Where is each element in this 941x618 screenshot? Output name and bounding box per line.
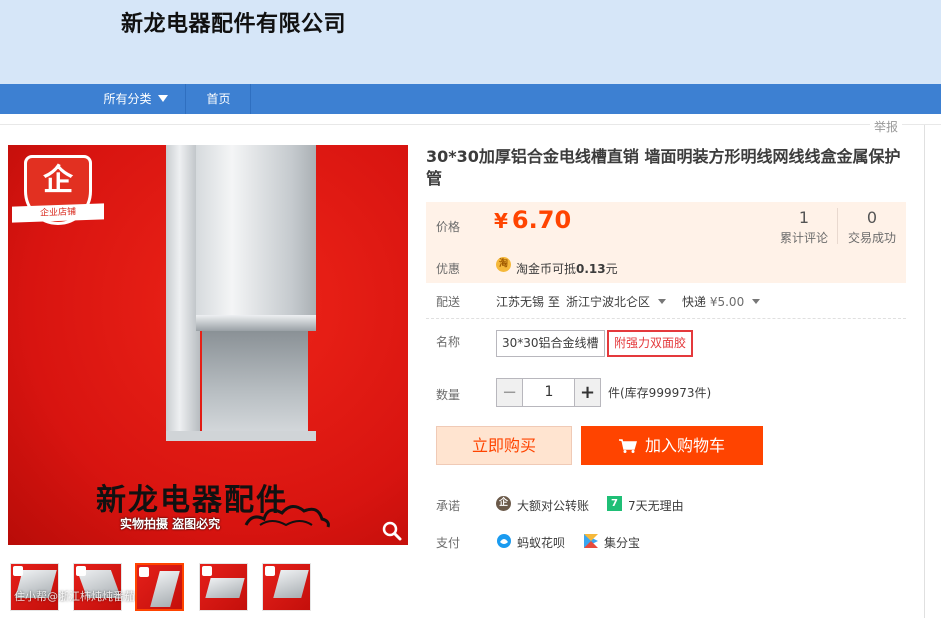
stock-text: 件(库存999973件) [608, 386, 712, 400]
quantity-plus-button[interactable]: + [574, 379, 600, 406]
quantity-stepper: − + [496, 378, 601, 407]
sales-stat: 0 交易成功 [840, 208, 904, 246]
payment-item[interactable]: 集分宝 [604, 534, 640, 551]
thumbnail[interactable] [199, 563, 248, 611]
zoom-icon[interactable] [382, 521, 402, 541]
sku-option[interactable]: 30*30铝合金线槽 [496, 330, 605, 357]
payment-label: 支付 [436, 536, 461, 550]
ship-to-select[interactable]: 浙江宁波北仑区 [566, 293, 667, 310]
reviews-count: 1 [798, 208, 810, 227]
promise-label: 承诺 [436, 499, 461, 513]
badge-glyph: 企 [43, 163, 73, 198]
product-title: 30*30加厚铝合金电线槽直销 墙面明装方形明线网线线盒金属保护管 [426, 147, 901, 188]
nav-home[interactable]: 首页 [187, 84, 251, 114]
price-panel: 价格 ¥6.70 1 累计评论 0 交易成功 优惠 淘 淘金币可抵0.13元 [426, 202, 906, 283]
enterprise-icon: 企 [496, 496, 511, 511]
thumbnail-active[interactable] [135, 563, 184, 611]
nav-all-categories[interactable]: 所有分类 [86, 84, 186, 114]
add-to-cart-label: 加入购物车 [644, 436, 725, 455]
nav-all-categories-label: 所有分类 [103, 92, 152, 106]
caret-down-icon [752, 299, 761, 304]
report-link[interactable]: 举报 [870, 118, 903, 135]
jifenbao-icon [584, 534, 598, 548]
quantity-input[interactable] [524, 379, 574, 406]
sales-label: 交易成功 [847, 231, 896, 245]
caret-down-icon [658, 299, 667, 304]
enterprise-store-badge: 企 企业店铺 [12, 155, 104, 229]
quantity-minus-button[interactable]: − [497, 379, 523, 406]
promo-text: 淘金币可抵0.13元 [516, 262, 618, 276]
divider [0, 124, 941, 125]
shop-navbar: 所有分类 首页 [0, 84, 941, 114]
shipping-label: 配送 [436, 295, 461, 309]
shop-name[interactable]: 新龙电器配件有限公司 [121, 6, 346, 38]
quantity-label: 数量 [436, 388, 461, 402]
cable-tray-picture [166, 145, 316, 445]
sku-option-selected[interactable]: 附强力双面胶 [607, 330, 694, 357]
divider [837, 208, 838, 244]
shop-header: 新龙电器配件有限公司 [0, 0, 941, 84]
shipping-method-select[interactable]: 快递 ¥5.00 [682, 293, 761, 310]
sales-count: 0 [866, 208, 878, 227]
sku-label: 名称 [436, 335, 461, 349]
image-slogan: 实物拍摄 盗图必究 [120, 517, 221, 531]
thumbnail[interactable] [262, 563, 311, 611]
reviews-stat[interactable]: 1 累计评论 [776, 208, 832, 246]
price-value: ¥6.70 [494, 206, 571, 234]
payment-item[interactable]: 蚂蚁花呗 [517, 534, 565, 551]
promise-item[interactable]: 大额对公转账 [517, 497, 589, 514]
buy-now-button[interactable]: 立即购买 [436, 426, 572, 465]
product-main-image[interactable]: 企 企业店铺 新龙电器配件 实物拍摄 盗图必究 [8, 145, 408, 545]
divider [924, 125, 925, 618]
promo-label: 优惠 [436, 262, 461, 276]
price-label: 价格 [436, 220, 461, 234]
promise-item[interactable]: 7天无理由 [628, 497, 684, 514]
ship-from: 江苏无锡 至 [496, 295, 560, 309]
cloud-ornament-icon [244, 505, 330, 528]
price-amount: 6.70 [511, 206, 572, 234]
caret-down-icon [157, 95, 168, 102]
taojinbi-coin-icon: 淘 [496, 257, 511, 272]
currency-symbol: ¥ [494, 209, 508, 233]
cart-icon [618, 439, 637, 453]
watermark-text: 住小帮@浙江柿炖炖番茄 [14, 590, 135, 603]
reviews-label: 累计评论 [779, 231, 828, 245]
huabei-icon [497, 534, 511, 548]
seven-day-return-icon: 7 [607, 496, 622, 511]
add-to-cart-button[interactable]: 加入购物车 [581, 426, 763, 465]
divider [426, 318, 906, 319]
badge-text: 企业店铺 [12, 203, 104, 223]
